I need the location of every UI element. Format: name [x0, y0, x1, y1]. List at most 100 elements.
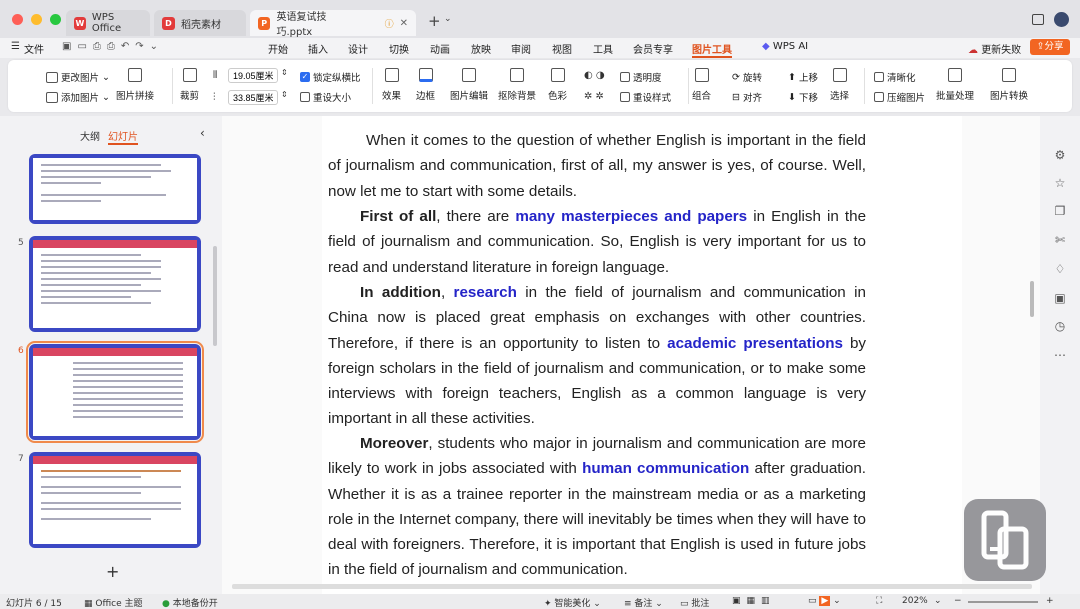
tab-dropdown-icon[interactable]: ⌄ [444, 14, 452, 24]
tab-docer[interactable]: D 稻壳素材 [154, 10, 246, 36]
avatar[interactable] [1054, 12, 1069, 27]
convert-button[interactable]: 图片转换 [990, 68, 1028, 102]
more-icon[interactable]: ⋯ [1053, 348, 1067, 362]
slide-counter: 幻灯片 6 / 15 [6, 599, 62, 609]
share-button[interactable]: ⇪分享 [1030, 39, 1070, 55]
menu-review[interactable]: 审阅 [511, 41, 531, 56]
transparency-icon [620, 72, 630, 82]
document-scrollbar[interactable] [1030, 281, 1034, 317]
send-down-button[interactable]: ⬇ 下移 [788, 90, 818, 105]
border-button[interactable]: 边框 [416, 68, 435, 102]
menu-wps-ai[interactable]: ◆ WPS AI [762, 41, 808, 52]
settings-sliders-icon[interactable]: ⚙ [1053, 148, 1067, 162]
menu-view[interactable]: 视图 [552, 41, 572, 56]
notes-button[interactable]: ≡ 备注 ⌄ [624, 596, 663, 609]
picture-edit-button[interactable]: 图片编辑 [450, 68, 488, 102]
change-picture-button[interactable]: 更改图片 ⌄ [46, 70, 110, 84]
color-button[interactable]: 色彩 [548, 68, 567, 102]
tab-slides[interactable]: 幻灯片 [108, 128, 138, 145]
sharpen-button[interactable]: 清晰化 [874, 70, 916, 84]
collapse-panel-icon[interactable]: ‹ [200, 126, 205, 140]
batch-button[interactable]: 批量处理 [936, 68, 974, 102]
picture-edit-icon [462, 68, 476, 82]
update-status[interactable]: ☁ 更新失败 [968, 41, 1021, 56]
phone-device-button[interactable] [964, 499, 1046, 581]
effects-button[interactable]: 效果 [382, 68, 401, 102]
slideshow-icons[interactable]: ▭ ▶ ⌄ [808, 596, 841, 606]
reset-style-button[interactable]: 重设样式 [620, 90, 671, 104]
align-button[interactable]: ⊟ 对齐 [732, 90, 762, 105]
copy-icon[interactable]: ❐ [1053, 204, 1067, 218]
star-icon[interactable]: ☆ [1053, 176, 1067, 190]
menu-member[interactable]: 会员专享 [633, 41, 673, 56]
slide-thumbnail[interactable] [29, 452, 201, 548]
height-stepper-icon[interactable]: ⇕ [281, 90, 288, 99]
slide-thumbnail[interactable] [29, 236, 201, 332]
menu-home[interactable]: 开始 [268, 41, 288, 56]
zoom-slider[interactable] [968, 601, 1038, 603]
add-picture-button[interactable]: 添加图片 ⌄ [46, 90, 110, 104]
send-down-icon: ⬇ [788, 91, 796, 103]
select-button[interactable]: 选择 [830, 68, 849, 102]
zoom-level[interactable]: 202% [902, 596, 928, 606]
zoom-window-button[interactable] [50, 13, 61, 25]
new-tab-icon[interactable]: + [428, 12, 441, 30]
hamburger-icon[interactable]: ☰ [11, 41, 20, 52]
view-mode-icons[interactable]: ▣▦▥ [732, 596, 776, 606]
height-field[interactable] [228, 90, 278, 105]
slide-thumbnail-selected[interactable] [26, 341, 204, 443]
bring-up-button[interactable]: ⬆ 上移 [788, 70, 818, 85]
theme-label[interactable]: ▦ Office 主题 [84, 596, 143, 609]
menu-tools[interactable]: 工具 [593, 41, 613, 56]
window-layout-icon[interactable] [1032, 14, 1044, 25]
splice-icon [128, 68, 142, 82]
theme-icon: ▦ [84, 599, 96, 609]
divider [172, 68, 173, 104]
group-button[interactable]: 组合 [692, 68, 711, 102]
panel-scrollbar[interactable] [213, 246, 217, 346]
picture-splice-button[interactable]: 图片拼接 [116, 68, 154, 102]
reset-size-button[interactable]: 重设大小 [300, 90, 351, 104]
rotate-button[interactable]: ⟳ 旋转 [732, 70, 762, 85]
comment-icon: ▭ [680, 599, 692, 609]
tab-pptx[interactable]: P 英语复试技巧.pptx ⓘ ✕ [250, 10, 416, 38]
remove-bg-button[interactable]: 抠除背景 [498, 68, 536, 102]
adjust-icons[interactable]: ✲ ✲ [584, 91, 604, 102]
width-field[interactable] [228, 68, 278, 83]
close-tab-icon[interactable]: ✕ [400, 18, 408, 29]
menu-transition[interactable]: 切换 [389, 41, 409, 56]
lock-ratio-checkbox[interactable]: ✓ 锁定纵横比 [300, 70, 361, 84]
backup-status[interactable]: ● 本地备份开 [162, 596, 218, 609]
history-icon[interactable]: ◷ [1053, 319, 1067, 333]
brush-icon [550, 68, 565, 82]
rotate-icons[interactable]: ◐ ◑ [584, 70, 605, 81]
width-stepper-icon[interactable]: ⇕ [281, 68, 288, 77]
menu-slideshow[interactable]: 放映 [471, 41, 491, 56]
width-icon: ⫴ [213, 70, 218, 81]
beautify-button[interactable]: ✦ 智能美化 ⌄ [544, 596, 601, 609]
file-menu[interactable]: 文件 [24, 41, 44, 56]
zoom-dropdown-icon[interactable]: ⌄ [934, 596, 942, 606]
fit-icon[interactable]: ⛶ [876, 596, 882, 606]
menu-insert[interactable]: 插入 [308, 41, 328, 56]
tab-outline[interactable]: 大纲 [80, 128, 100, 143]
comment-button[interactable]: ▭ 批注 [680, 596, 709, 609]
menu-design[interactable]: 设计 [348, 41, 368, 56]
crop-button[interactable]: 裁剪 [180, 68, 199, 102]
add-slide-button[interactable]: + [106, 562, 119, 581]
close-window-button[interactable] [12, 13, 23, 25]
bring-up-icon: ⬆ [788, 71, 796, 83]
tab-wps-office[interactable]: W WPS Office [66, 10, 150, 36]
tools-icon[interactable]: ✄ [1053, 233, 1067, 247]
zoom-out-icon[interactable]: − [954, 596, 962, 606]
image-icon[interactable]: ▣ [1053, 291, 1067, 305]
zoom-in-icon[interactable]: + [1046, 596, 1054, 606]
horizontal-scrollbar[interactable] [232, 584, 1032, 589]
minimize-window-button[interactable] [31, 13, 42, 25]
menu-animation[interactable]: 动画 [430, 41, 450, 56]
shape-icon[interactable]: ♢ [1053, 262, 1067, 276]
menu-picture-tools[interactable]: 图片工具 [692, 41, 732, 58]
transparency-button[interactable]: 透明度 [620, 70, 662, 84]
compress-button[interactable]: 压缩图片 [874, 90, 925, 104]
slide-thumbnail[interactable] [29, 154, 201, 224]
